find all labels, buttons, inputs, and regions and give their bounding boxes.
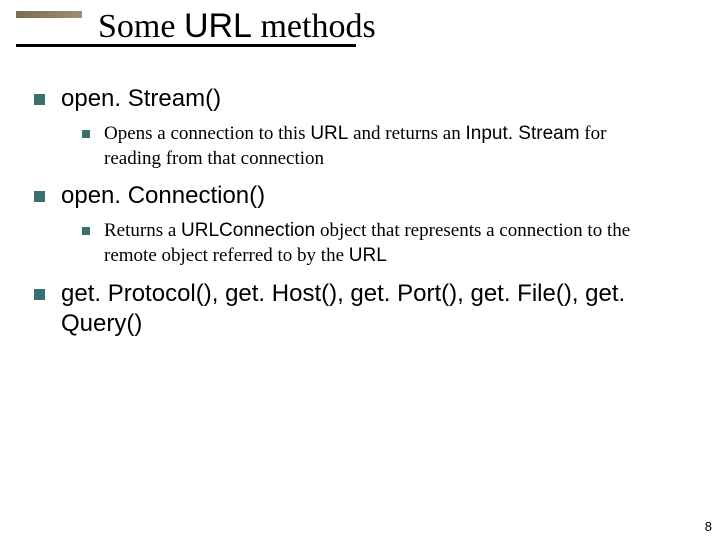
bullet-square-icon — [34, 289, 45, 300]
bullet-square-icon — [34, 191, 45, 202]
slide-body: open. Stream() Opens a connection to thi… — [34, 76, 674, 339]
sub-api2: Input. Stream — [465, 123, 579, 144]
list-subitem: Opens a connection to this URL and retur… — [82, 122, 674, 171]
list-item: open. Stream() — [34, 84, 674, 114]
sub-api2: URL — [349, 245, 387, 266]
list-subitem: Returns a URLConnection object that repr… — [82, 219, 674, 268]
title-accent-bar — [16, 11, 82, 18]
sub-api: URL — [310, 123, 348, 144]
title-pre: Some — [98, 8, 184, 45]
title-post: methods — [252, 8, 376, 45]
list-item: open. Connection() — [34, 181, 674, 211]
bullet-square-icon — [82, 130, 90, 138]
page-number: 8 — [705, 519, 712, 534]
bullet-square-icon — [34, 94, 45, 105]
sub-mid: and returns an — [348, 123, 465, 144]
bullet-square-icon — [82, 227, 90, 235]
list-item-text: get. Protocol(), get. Host(), get. Port(… — [61, 279, 674, 339]
sub-pre: Opens a connection to this — [104, 123, 310, 144]
list-item: get. Protocol(), get. Host(), get. Port(… — [34, 279, 674, 339]
slide-title: Some URL methods — [98, 6, 376, 47]
title-underline — [16, 44, 356, 47]
list-subitem-text: Returns a URLConnection object that repr… — [104, 219, 664, 268]
method-name: open. Stream() — [61, 85, 221, 112]
sub-pre: Returns a — [104, 220, 181, 241]
list-item-text: open. Stream() — [61, 84, 674, 114]
sub-api: URLConnection — [181, 220, 315, 241]
method-name: get. Protocol(), get. Host(), get. Port(… — [61, 280, 625, 337]
list-subitem-text: Opens a connection to this URL and retur… — [104, 122, 664, 171]
title-api: URL — [184, 7, 252, 45]
list-item-text: open. Connection() — [61, 181, 674, 211]
method-name: open. Connection() — [61, 182, 265, 209]
